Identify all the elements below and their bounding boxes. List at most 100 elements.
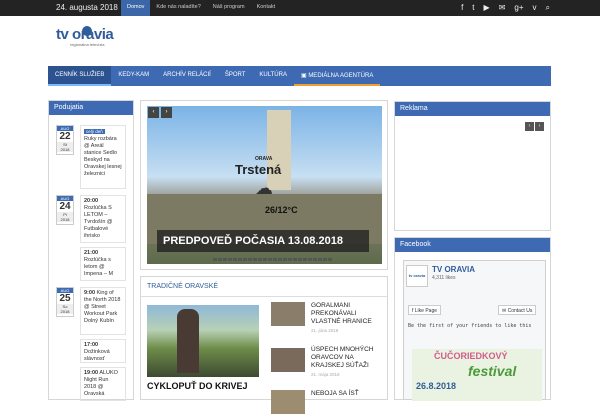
slider-dot[interactable] xyxy=(308,258,312,261)
slider-dot[interactable] xyxy=(228,258,232,261)
article-thumbnail xyxy=(271,348,305,372)
slider-dot[interactable] xyxy=(258,258,262,261)
slider-dot[interactable] xyxy=(268,258,272,261)
top-navigation: Domov Kde nás naladíte? Náš program Kont… xyxy=(121,0,281,16)
slider-dot[interactable] xyxy=(243,258,247,261)
ad-prev-icon[interactable]: ‹ xyxy=(525,122,534,131)
event-time: 20:00 xyxy=(84,198,99,204)
event-text: Rozlúčka s letom @ Impena – M xyxy=(84,257,114,277)
event-item[interactable]: 17:00 Dožinková slávnosť xyxy=(80,339,126,363)
festival-poster[interactable]: ČUČORIEDKOVÝ festival 26.8.2018 xyxy=(412,349,542,401)
facebook-page-name[interactable]: TV ORAVIA xyxy=(432,265,475,274)
facebook-page-avatar[interactable]: tv oravia xyxy=(406,265,428,287)
search-icon[interactable]: ⌕ xyxy=(546,3,550,13)
facebook-prompt: Be the first of your friends to like thi… xyxy=(408,323,532,329)
date-badge: AUG 25 So 2018 xyxy=(56,287,74,317)
section-title[interactable]: TRADIČNÉ ORAVSKÉ xyxy=(147,283,218,290)
event-item[interactable]: 19:00 ALUKO Night Run 2018 @ Oravská xyxy=(80,367,126,401)
facebook-icon[interactable]: f xyxy=(461,3,463,13)
site-logo[interactable]: tv oravia regionálna televízia xyxy=(56,26,126,56)
slider-dot[interactable] xyxy=(213,258,217,261)
event-item[interactable]: 20:00 Rozlúčka S LETOM – Tvrdošín @ Futb… xyxy=(80,195,126,243)
slider-dot[interactable] xyxy=(328,258,332,261)
ad-panel: Reklama ‹ › xyxy=(394,101,551,231)
event-item[interactable]: 9:00 King of the North 2018 @ Street Wor… xyxy=(80,287,126,335)
article-title: NEBOJA SA ÍSŤ xyxy=(311,390,359,397)
google-plus-icon[interactable]: g+ xyxy=(514,3,523,13)
slider-dot[interactable] xyxy=(238,258,242,261)
nav-medialna-agentura-label: MEDIÁLNA AGENTÚRA xyxy=(308,73,374,79)
top-nav-kde-nas-naladite[interactable]: Kde nás naladíte? xyxy=(150,0,206,16)
event-time: 19:00 xyxy=(84,370,99,376)
featured-title[interactable]: CYKLOPUŤ DO KRIVEJ xyxy=(147,381,248,391)
events-panel: Podujatia AUG 22 St 2018 celý deň Ruky r… xyxy=(48,100,134,401)
slider-prev-icon[interactable]: ‹ xyxy=(148,107,159,118)
event-item[interactable]: celý deň Ruky rozbára @ Areál stanice Se… xyxy=(80,125,126,189)
event-text: Rozlúčka S LETOM – Tvrdošín @ Futbalové … xyxy=(84,205,113,239)
youtube-icon[interactable]: ▶ xyxy=(484,3,490,13)
slider-caption[interactable]: PREDPOVEĎ POČASIA 13.08.2018 xyxy=(157,230,369,252)
slider-dot[interactable] xyxy=(293,258,297,261)
slider-dot[interactable] xyxy=(218,258,222,261)
contact-us-button[interactable]: ✉ Contact Us xyxy=(498,305,537,315)
slider-dot[interactable] xyxy=(283,258,287,261)
slider-dot[interactable] xyxy=(263,258,267,261)
vimeo-icon[interactable]: v xyxy=(533,3,537,13)
top-nav-domov[interactable]: Domov xyxy=(121,0,151,16)
ad-next-icon[interactable]: › xyxy=(535,122,544,131)
slider-dot[interactable] xyxy=(248,258,252,261)
current-date: 24. augusta 2018 xyxy=(56,3,118,12)
article-title: ÚSPECH MNOHÝCH ORAVCOV NA KRAJSKEJ SÚŤAŽ… xyxy=(311,346,374,369)
nav-cennik-sluzieb[interactable]: CENNÍK SLUŽIEB xyxy=(48,66,112,86)
cloud-sun-icon: ☁ xyxy=(255,178,273,198)
ad-header: Reklama xyxy=(395,102,550,116)
article-thumbnail xyxy=(271,302,305,326)
article-thumbnail xyxy=(271,390,305,414)
slider-dot[interactable] xyxy=(223,258,227,261)
slider-dot[interactable] xyxy=(233,258,237,261)
featured-image[interactable] xyxy=(147,305,259,377)
slider-dot[interactable] xyxy=(323,258,327,261)
article-date: 21. mája 2018 xyxy=(311,372,340,377)
slider-dot[interactable] xyxy=(313,258,317,261)
event-item[interactable]: 21:00 Rozlúčka s letom @ Impena – M xyxy=(80,247,126,281)
events-header: Podujatia xyxy=(49,101,133,115)
slider-dot[interactable] xyxy=(288,258,292,261)
weather-slider[interactable]: ‹ › ORAVA Trstená ☁ 26/12°C PREDPOVEĎ PO… xyxy=(147,106,382,264)
slider-dot[interactable] xyxy=(303,258,307,261)
slider-dot[interactable] xyxy=(298,258,302,261)
slider-dot[interactable] xyxy=(318,258,322,261)
nav-medialna-agentura[interactable]: ▣ MEDIÁLNA AGENTÚRA xyxy=(293,66,381,86)
slider-dot[interactable] xyxy=(278,258,282,261)
top-bar: 24. augusta 2018 Domov Kde nás naladíte?… xyxy=(0,0,600,16)
badge-year: 2018 xyxy=(57,217,73,222)
top-nav-kontakt[interactable]: Kontakt xyxy=(251,0,282,16)
date-badge: AUG 24 Pi 2018 xyxy=(56,195,74,225)
featured-person xyxy=(177,309,199,373)
nav-kedy-kam[interactable]: KEDY-KAM xyxy=(111,66,156,86)
ad-arrows: ‹ › xyxy=(525,122,544,131)
badge-year: 2018 xyxy=(57,309,73,314)
nav-sport[interactable]: ŠPORT xyxy=(218,66,253,86)
twitter-icon[interactable]: t xyxy=(472,3,474,13)
slider-dot[interactable] xyxy=(273,258,277,261)
like-page-button[interactable]: f Like Page xyxy=(408,305,442,315)
event-time: 17:00 xyxy=(84,342,99,348)
slider-dot[interactable] xyxy=(253,258,257,261)
facebook-header: Facebook xyxy=(395,238,550,252)
poster-line2: festival xyxy=(468,363,517,379)
nav-archiv-relacii[interactable]: ARCHÍV RELÁCIÍ xyxy=(156,66,218,86)
top-nav-nas-program[interactable]: Náš program xyxy=(207,0,251,16)
main-navigation: CENNÍK SLUŽIEB KEDY-KAM ARCHÍV RELÁCIÍ Š… xyxy=(48,66,551,86)
event-time: 9:00 xyxy=(84,290,96,296)
slider-arrows: ‹ › xyxy=(148,107,172,118)
article-title: GORALMANI PREKONÁVALI VLASTNÉ HRANICE xyxy=(311,302,372,325)
contact-us-label: Contact Us xyxy=(507,308,533,314)
facebook-widget: tv oravia TV ORAVIA 4,311 likes f Like P… xyxy=(403,260,546,401)
event-time: 21:00 xyxy=(84,250,99,256)
nav-kultura[interactable]: KULTÚRA xyxy=(252,66,294,86)
email-icon[interactable]: ✉ xyxy=(499,3,506,13)
slider-next-icon[interactable]: › xyxy=(161,107,172,118)
badge-day: 24 xyxy=(59,201,71,212)
logo-mark-icon xyxy=(82,26,92,36)
